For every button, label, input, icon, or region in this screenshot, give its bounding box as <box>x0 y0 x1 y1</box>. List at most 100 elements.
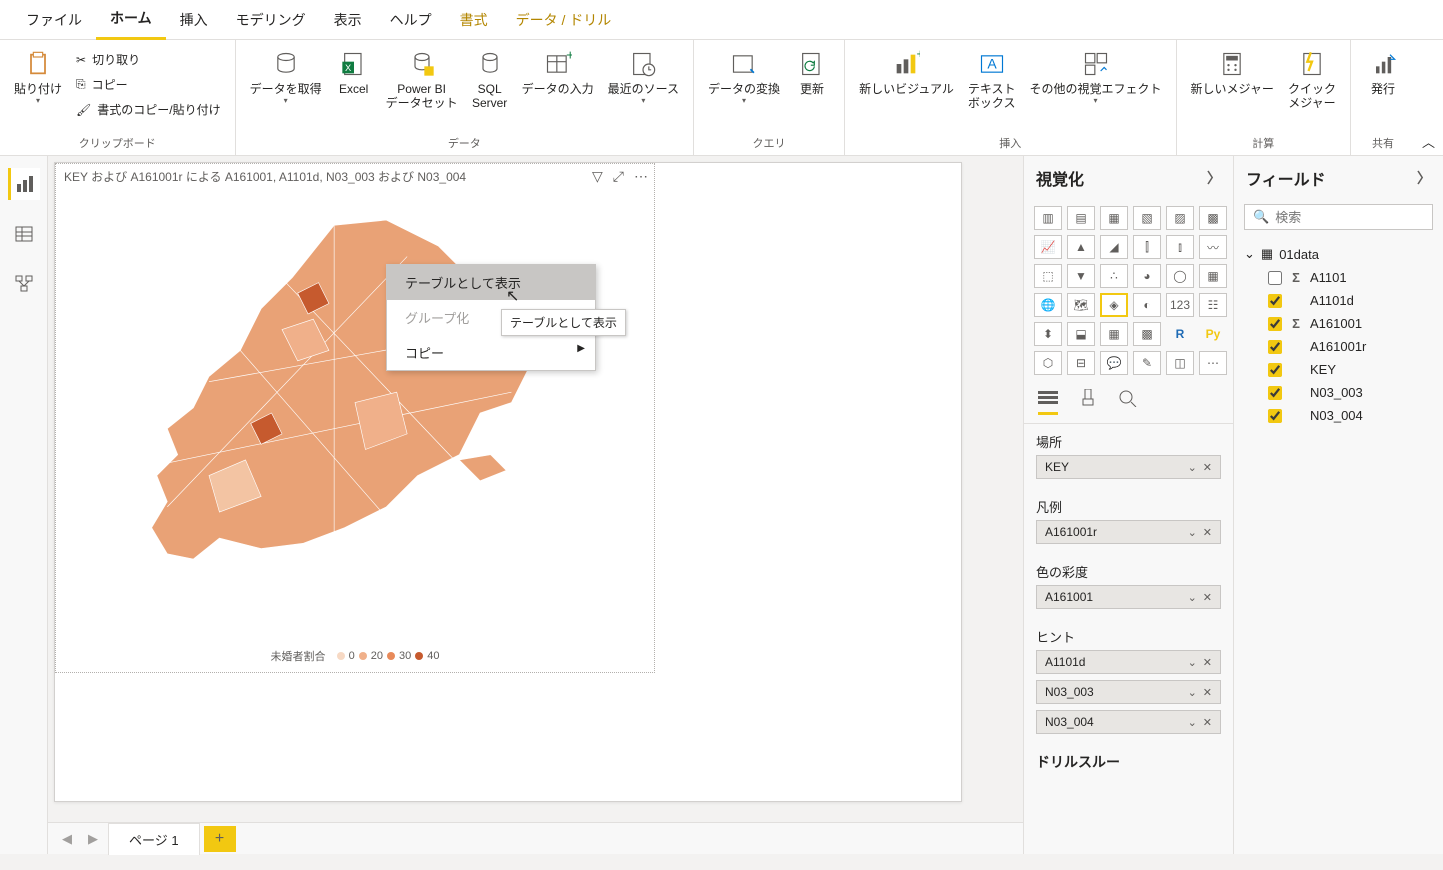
viz-gauge[interactable]: ◐ <box>1133 293 1161 317</box>
fields-tab[interactable] <box>1038 389 1058 415</box>
format-painter-button[interactable]: 🖌書式のコピー/貼り付け <box>70 98 227 121</box>
paste-button[interactable]: 貼り付け ▾ <box>8 44 68 109</box>
get-data-button[interactable]: データを取得▾ <box>244 44 328 109</box>
viz-map[interactable]: 🌐 <box>1034 293 1062 317</box>
viz-table[interactable]: ▦ <box>1100 322 1128 346</box>
analytics-tab[interactable] <box>1118 389 1138 415</box>
viz-waterfall[interactable]: ⬚ <box>1034 264 1062 288</box>
report-view-button[interactable] <box>8 168 40 200</box>
viz-kpi[interactable]: ⬍ <box>1034 322 1062 346</box>
location-well[interactable]: KEY⌄✕ <box>1036 455 1221 479</box>
copy-button[interactable]: ⎘コピー <box>70 73 227 96</box>
chevron-down-icon[interactable]: ⌄ <box>1188 686 1197 699</box>
chevron-down-icon[interactable]: ⌄ <box>1188 656 1197 669</box>
quick-measure-button[interactable]: クイック メジャー <box>1282 44 1342 115</box>
canvas-area[interactable]: KEY および A161001r による A161001, A1101d, N0… <box>48 156 1023 854</box>
menu-data-drill[interactable]: データ / ドリル <box>502 0 626 40</box>
viz-100-col[interactable]: ▩ <box>1199 206 1227 230</box>
legend-well[interactable]: A161001r⌄✕ <box>1036 520 1221 544</box>
field-item-A161001r[interactable]: A161001r <box>1244 335 1433 358</box>
field-checkbox[interactable] <box>1268 294 1282 308</box>
field-item-A1101[interactable]: ΣA1101 <box>1244 266 1433 289</box>
viz-area[interactable]: ▲ <box>1067 235 1095 259</box>
menu-home[interactable]: ホーム <box>96 0 166 40</box>
page-tab-1[interactable]: ページ 1 <box>108 823 200 855</box>
viz-donut[interactable]: ◯ <box>1166 264 1194 288</box>
viz-python[interactable]: Py <box>1199 322 1227 346</box>
menu-format[interactable]: 書式 <box>446 0 502 40</box>
tooltip-well-2[interactable]: N03_004⌄✕ <box>1036 710 1221 734</box>
viz-paginated[interactable]: ◫ <box>1166 351 1194 375</box>
viz-treemap[interactable]: ▦ <box>1199 264 1227 288</box>
viz-multi-card[interactable]: ☷ <box>1199 293 1227 317</box>
viz-stacked-col[interactable]: ▦ <box>1100 206 1128 230</box>
table-01data[interactable]: ⌄ ▦ 01data <box>1244 242 1433 266</box>
page-prev-button[interactable]: ◀ <box>56 831 78 847</box>
viz-shape-map[interactable]: ◈ <box>1100 293 1128 317</box>
sql-server-button[interactable]: SQL Server <box>466 44 514 115</box>
viz-qa[interactable]: 💬 <box>1100 351 1128 375</box>
filter-icon[interactable]: ▽ <box>592 168 603 185</box>
menu-modeling[interactable]: モデリング <box>222 0 320 40</box>
recent-sources-button[interactable]: 最近のソース▾ <box>602 44 685 109</box>
menu-help[interactable]: ヘルプ <box>376 0 446 40</box>
viz-scatter[interactable]: ∴ <box>1100 264 1128 288</box>
ribbon-collapse-button[interactable]: ︿ <box>1422 132 1435 151</box>
more-visuals-button[interactable]: その他の視覚エフェクト▾ <box>1024 44 1168 109</box>
remove-icon[interactable]: ✕ <box>1203 461 1212 474</box>
more-options-icon[interactable]: ⋯ <box>634 168 648 185</box>
map-visual[interactable]: KEY および A161001r による A161001, A1101d, N0… <box>55 163 655 673</box>
field-item-N03_003[interactable]: N03_003 <box>1244 381 1433 404</box>
viz-card[interactable]: 123 <box>1166 293 1194 317</box>
remove-icon[interactable]: ✕ <box>1203 656 1212 669</box>
viz-r-script[interactable]: R <box>1166 322 1194 346</box>
field-checkbox[interactable] <box>1268 271 1282 285</box>
fields-search[interactable]: 🔍 <box>1244 204 1433 230</box>
viz-panel-collapse[interactable]: 〉 <box>1207 168 1221 188</box>
viz-clustered-col[interactable]: ▧ <box>1133 206 1161 230</box>
viz-stacked-area[interactable]: ◢ <box>1100 235 1128 259</box>
field-item-N03_004[interactable]: N03_004 <box>1244 404 1433 427</box>
format-tab[interactable] <box>1078 389 1098 415</box>
menu-file[interactable]: ファイル <box>12 0 96 40</box>
viz-line-col[interactable]: ⫿ <box>1133 235 1161 259</box>
remove-icon[interactable]: ✕ <box>1203 716 1212 729</box>
model-view-button[interactable] <box>8 268 40 300</box>
remove-icon[interactable]: ✕ <box>1203 686 1212 699</box>
viz-key-influencers[interactable]: ⬡ <box>1034 351 1062 375</box>
new-visual-button[interactable]: + 新しいビジュアル <box>853 44 960 100</box>
cut-button[interactable]: ✂切り取り <box>70 48 227 71</box>
search-input[interactable] <box>1275 210 1443 225</box>
report-page[interactable]: KEY および A161001r による A161001, A1101d, N0… <box>54 162 962 802</box>
field-checkbox[interactable] <box>1268 386 1282 400</box>
new-measure-button[interactable]: 新しいメジャー <box>1185 44 1280 100</box>
remove-icon[interactable]: ✕ <box>1203 591 1212 604</box>
transform-data-button[interactable]: データの変換▾ <box>702 44 786 109</box>
field-checkbox[interactable] <box>1268 409 1282 423</box>
chevron-down-icon[interactable]: ⌄ <box>1188 716 1197 729</box>
viz-get-more[interactable]: ⋯ <box>1199 351 1227 375</box>
menu-view[interactable]: 表示 <box>320 0 376 40</box>
saturation-well[interactable]: A161001⌄✕ <box>1036 585 1221 609</box>
viz-pie[interactable]: ◕ <box>1133 264 1161 288</box>
field-checkbox[interactable] <box>1268 340 1282 354</box>
pbi-dataset-button[interactable]: Power BI データセット <box>380 44 464 115</box>
chevron-down-icon[interactable]: ⌄ <box>1188 526 1197 539</box>
viz-funnel[interactable]: ▼ <box>1067 264 1095 288</box>
viz-slicer[interactable]: ⬓ <box>1067 322 1095 346</box>
tooltip-well-1[interactable]: N03_003⌄✕ <box>1036 680 1221 704</box>
field-checkbox[interactable] <box>1268 317 1282 331</box>
field-item-A161001[interactable]: ΣA161001 <box>1244 312 1433 335</box>
context-show-as-table[interactable]: テーブルとして表示 <box>387 265 595 300</box>
remove-icon[interactable]: ✕ <box>1203 526 1212 539</box>
viz-decomposition[interactable]: ⊟ <box>1067 351 1095 375</box>
text-box-button[interactable]: A テキスト ボックス <box>962 44 1022 115</box>
viz-matrix[interactable]: ▩ <box>1133 322 1161 346</box>
viz-line-col2[interactable]: ⫾ <box>1166 235 1194 259</box>
data-view-button[interactable] <box>8 218 40 250</box>
field-item-A1101d[interactable]: A1101d <box>1244 289 1433 312</box>
menu-insert[interactable]: 挿入 <box>166 0 222 40</box>
publish-button[interactable]: 発行 <box>1359 44 1407 100</box>
add-page-button[interactable]: + <box>204 826 236 852</box>
focus-icon[interactable]: ⤢ <box>613 168 624 185</box>
